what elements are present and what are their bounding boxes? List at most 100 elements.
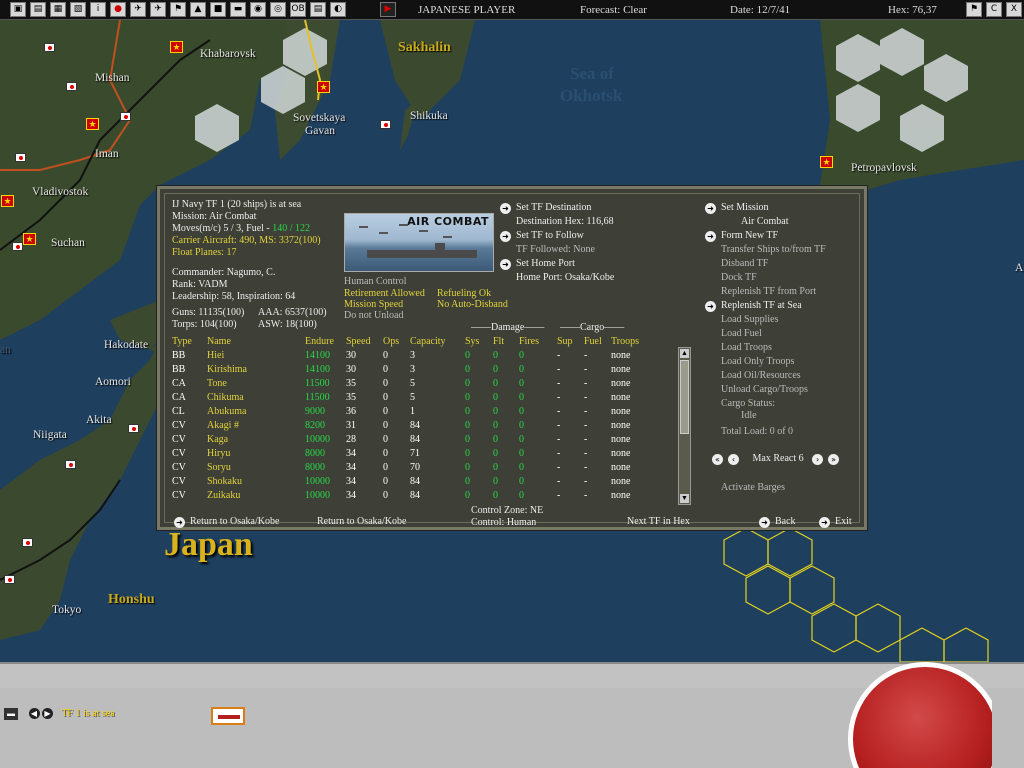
- toolbar-button-4[interactable]: i: [90, 2, 106, 17]
- dock-tf-button[interactable]: Dock TF: [721, 272, 757, 284]
- right-icon[interactable]: ›: [812, 454, 824, 465]
- base-marker[interactable]: [380, 120, 391, 129]
- ship-row[interactable]: CV Zuikaku 10000 34 0 84 0 0 0 - - none: [172, 489, 651, 503]
- airbase-marker[interactable]: ★: [820, 156, 833, 168]
- toolbar-button-6[interactable]: ✈: [130, 2, 146, 17]
- column-header-type[interactable]: Type: [172, 335, 207, 349]
- c-button[interactable]: C: [986, 2, 1002, 17]
- ship-name[interactable]: Akagi #: [207, 419, 305, 433]
- scroll-thumb[interactable]: [680, 360, 689, 434]
- ship-row[interactable]: CV Soryu 8000 34 0 70 0 0 0 - - none: [172, 461, 651, 475]
- ship-row[interactable]: CL Abukuma 9000 36 0 1 0 0 0 - - none: [172, 405, 651, 419]
- prev-icon[interactable]: ◀: [28, 708, 40, 719]
- toolbar-button-1[interactable]: ▤: [30, 2, 46, 17]
- base-marker[interactable]: [120, 112, 131, 121]
- ship-name[interactable]: Hiryu: [207, 447, 305, 461]
- column-header-ops[interactable]: Ops: [383, 335, 410, 349]
- replenish-sea-button[interactable]: ➜ Replenish TF at Sea: [705, 300, 802, 312]
- toolbar-button-16[interactable]: ◐: [330, 2, 346, 17]
- disband-tf-button[interactable]: Disband TF: [721, 258, 768, 270]
- airbase-marker[interactable]: ★: [23, 233, 36, 245]
- base-marker[interactable]: [15, 153, 26, 162]
- unload-toggle[interactable]: Do not Unload: [344, 310, 403, 322]
- column-header-fires[interactable]: Fires: [519, 335, 557, 349]
- airbase-marker[interactable]: ★: [170, 41, 183, 53]
- end-turn-button[interactable]: [848, 662, 992, 768]
- column-header-sys[interactable]: Sys: [465, 335, 493, 349]
- column-header-sup[interactable]: Sup: [557, 335, 584, 349]
- load-only-troops-button[interactable]: Load Only Troops: [721, 356, 794, 368]
- ship-row[interactable]: CV Shokaku 10000 34 0 84 0 0 0 - - none: [172, 475, 651, 489]
- ship-row[interactable]: CV Hiryu 8000 34 0 71 0 0 0 - - none: [172, 447, 651, 461]
- toolbar-button-3[interactable]: ▧: [70, 2, 86, 17]
- column-header-name[interactable]: Name: [207, 335, 305, 349]
- next-icon[interactable]: ▶: [42, 708, 53, 719]
- toolbar-button-15[interactable]: ▤: [310, 2, 326, 17]
- flag-button[interactable]: ⚑: [966, 2, 982, 17]
- base-marker[interactable]: [128, 424, 139, 433]
- ship-row[interactable]: CV Kaga 10000 28 0 84 0 0 0 - - none: [172, 433, 651, 447]
- ship-name[interactable]: Zuikaku: [207, 489, 305, 503]
- set-destination-button[interactable]: ➜ Set TF Destination: [500, 202, 591, 214]
- exit-button[interactable]: ➜ Exit: [819, 516, 852, 528]
- airbase-marker[interactable]: ★: [86, 118, 99, 130]
- column-header-speed[interactable]: Speed: [346, 335, 383, 349]
- load-supplies-button[interactable]: Load Supplies: [721, 314, 779, 326]
- airbase-marker[interactable]: ★: [1, 195, 14, 207]
- toolbar-button-10[interactable]: ■: [210, 2, 226, 17]
- unload-cargo-button[interactable]: Unload Cargo/Troops: [721, 384, 808, 396]
- scroll-up-icon[interactable]: ▲: [680, 349, 689, 358]
- ship-name[interactable]: Kaga: [207, 433, 305, 447]
- set-mission-button[interactable]: ➜ Set Mission: [705, 202, 769, 214]
- transfer-ships-button[interactable]: Transfer Ships to/from TF: [721, 244, 826, 256]
- toolbar-button-11[interactable]: ▬: [230, 2, 246, 17]
- toolbar-button-0[interactable]: ▣: [10, 2, 26, 17]
- ship-list-scrollbar[interactable]: ▲ ▼: [678, 347, 691, 505]
- ship-row[interactable]: BB Kirishima 14100 30 0 3 0 0 0- - none: [172, 363, 651, 377]
- replenish-port-button[interactable]: Replenish TF from Port: [721, 286, 816, 298]
- scroll-down-icon[interactable]: ▼: [680, 494, 689, 503]
- base-marker[interactable]: [4, 575, 15, 584]
- base-marker[interactable]: [22, 538, 33, 547]
- column-header-troops[interactable]: Troops: [611, 335, 651, 349]
- ship-row[interactable]: BB Hiei 14100 30 0 3 0 0 0- - none: [172, 349, 651, 363]
- toolbar-button-17[interactable]: ▶: [380, 2, 396, 17]
- next-tf-button[interactable]: Next TF in Hex: [627, 516, 690, 528]
- ship-name[interactable]: Tone: [207, 377, 305, 391]
- ship-row[interactable]: CA Tone 11500 35 0 5 0 0 0 - - none: [172, 377, 651, 391]
- ship-name[interactable]: Chikuma: [207, 391, 305, 405]
- ship-name[interactable]: Hiei: [207, 349, 305, 363]
- form-new-tf-button[interactable]: ➜ Form New TF: [705, 230, 778, 242]
- close-button[interactable]: X: [1006, 2, 1022, 17]
- toolbar-button-5[interactable]: ●: [110, 2, 126, 17]
- column-header-fuel[interactable]: Fuel: [584, 335, 611, 349]
- return-button[interactable]: ➜ Return to Osaka/Kobe: [174, 516, 279, 528]
- ship-name[interactable]: Abukuma: [207, 405, 305, 419]
- column-header-flt[interactable]: Flt: [493, 335, 519, 349]
- load-fuel-button[interactable]: Load Fuel: [721, 328, 762, 340]
- back-button[interactable]: ➜ Back: [759, 516, 796, 528]
- set-follow-button[interactable]: ➜ Set TF to Follow: [500, 230, 584, 242]
- ship-row[interactable]: CV Akagi #8200 31 0 84 0 0 0 - - none: [172, 419, 651, 433]
- base-marker[interactable]: [44, 43, 55, 52]
- column-header-endure[interactable]: Endure: [305, 335, 346, 349]
- toolbar-button-14[interactable]: OB: [290, 2, 306, 17]
- ship-name[interactable]: Soryu: [207, 461, 305, 475]
- toolbar-button-7[interactable]: ✈: [150, 2, 166, 17]
- auto-disband-toggle[interactable]: No Auto-Disband: [437, 299, 508, 311]
- base-marker[interactable]: [66, 82, 77, 91]
- airbase-marker[interactable]: ★: [317, 81, 330, 93]
- toolbar-button-2[interactable]: ▦: [50, 2, 66, 17]
- tf-counter[interactable]: [211, 707, 245, 725]
- ship-row[interactable]: CA Chikuma 11500 35 0 5 0 0 0 - - none: [172, 391, 651, 405]
- set-home-port-button[interactable]: ➜ Set Home Port: [500, 258, 575, 270]
- base-marker[interactable]: [65, 460, 76, 469]
- load-troops-button[interactable]: Load Troops: [721, 342, 772, 354]
- double-right-icon[interactable]: »: [828, 454, 840, 465]
- ship-name[interactable]: Kirishima: [207, 363, 305, 377]
- toolbar-button-8[interactable]: ⚑: [170, 2, 186, 17]
- ship-name[interactable]: Shokaku: [207, 475, 305, 489]
- base-marker[interactable]: [12, 242, 23, 251]
- toolbar-button-12[interactable]: ◉: [250, 2, 266, 17]
- load-oil-button[interactable]: Load Oil/Resources: [721, 370, 801, 382]
